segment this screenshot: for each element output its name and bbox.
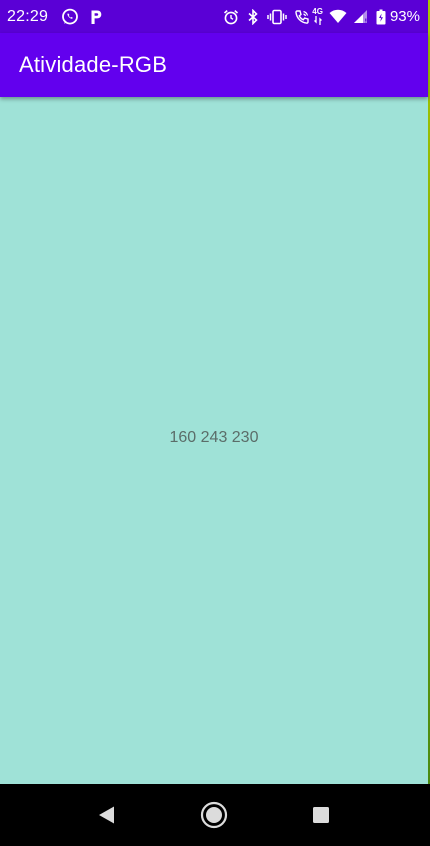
phone-screen: 22:29 4G 93% Atividade-RGB 160 243 230	[0, 0, 430, 846]
status-time: 22:29	[7, 7, 49, 25]
battery-icon	[376, 9, 386, 25]
volte-call-icon	[294, 9, 310, 25]
app-bar: Atividade-RGB	[0, 33, 428, 97]
bluetooth-icon	[247, 8, 259, 25]
wifi-icon	[329, 9, 347, 24]
home-icon	[200, 801, 228, 829]
rgb-value-text: 160 243 230	[169, 429, 259, 446]
back-icon	[99, 806, 114, 824]
navigation-bar	[0, 784, 430, 846]
network-type-label: 4G	[312, 7, 323, 16]
status-bar: 22:29 4G 93%	[0, 0, 428, 33]
alarm-icon	[223, 9, 239, 25]
parking-icon	[89, 9, 103, 25]
battery-percent: 93%	[389, 8, 420, 25]
recents-icon	[313, 807, 329, 823]
page-title: Atividade-RGB	[19, 52, 168, 77]
whatsapp-icon	[61, 8, 79, 26]
content-area[interactable]: 160 243 230	[0, 97, 428, 784]
back-button[interactable]	[88, 797, 124, 833]
home-button[interactable]	[196, 797, 232, 833]
vibrate-icon	[267, 9, 288, 25]
status-bar-left: 22:29	[7, 8, 103, 26]
status-bar-right: 4G 93%	[215, 8, 420, 25]
4g-data-icon: 4G	[312, 8, 323, 25]
cell-signal-icon	[352, 9, 368, 24]
recents-button[interactable]	[303, 797, 339, 833]
